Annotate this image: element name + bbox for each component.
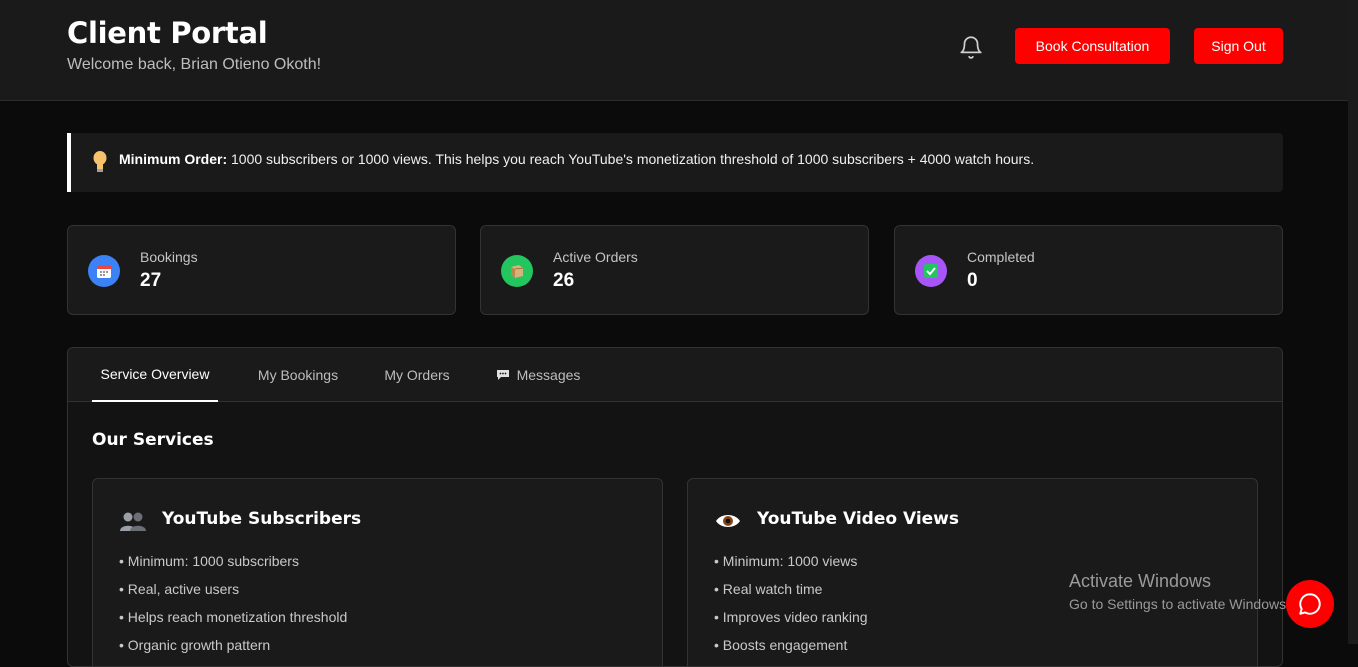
stat-card-completed: Completed 0 [894, 225, 1283, 315]
book-consultation-button[interactable]: Book Consultation [1015, 28, 1170, 64]
stat-value: 0 [967, 270, 978, 292]
page-title: Client Portal [67, 16, 267, 50]
list-item: Improves video ranking [714, 607, 868, 635]
lightbulb-icon [91, 150, 109, 174]
sign-out-button[interactable]: Sign Out [1194, 28, 1283, 64]
list-item: Real watch time [714, 579, 868, 607]
service-feature-list: Minimum: 1000 subscribers Real, active u… [119, 551, 347, 663]
stat-value: 26 [553, 270, 574, 292]
minimum-order-notice: Minimum Order: 1000 subscribers or 1000 … [67, 133, 1283, 192]
chat-button[interactable] [1286, 580, 1334, 628]
tab-label: My Bookings [258, 367, 338, 383]
tab-label: Service Overview [101, 366, 210, 382]
welcome-message: Welcome back, Brian Otieno Okoth! [67, 56, 321, 74]
notice-label: Minimum Order: [119, 151, 227, 167]
stat-value: 27 [140, 270, 161, 292]
list-item: Helps reach monetization threshold [119, 607, 347, 635]
tab-my-orders[interactable]: My Orders [372, 348, 462, 402]
scrollbar[interactable] [1348, 0, 1358, 644]
stat-card-bookings: Bookings 27 [67, 225, 456, 315]
calendar-icon [88, 255, 120, 287]
service-title: YouTube Subscribers [162, 509, 361, 529]
windows-activation-watermark: Activate Windows Go to Settings to activ… [1069, 571, 1290, 612]
users-icon [119, 509, 147, 533]
dashboard-panel: Service Overview My Bookings My Orders M… [67, 347, 1283, 667]
stat-label: Completed [967, 249, 1035, 265]
stat-card-active-orders: Active Orders 26 [480, 225, 869, 315]
stat-label: Active Orders [553, 249, 638, 265]
watermark-line-2: Go to Settings to activate Windows. [1069, 596, 1290, 612]
bell-icon[interactable] [958, 34, 984, 60]
eye-icon [714, 509, 742, 533]
tab-my-bookings[interactable]: My Bookings [244, 348, 352, 402]
tab-service-overview[interactable]: Service Overview [92, 348, 218, 402]
list-item: Minimum: 1000 views [714, 551, 868, 579]
list-item: Real, active users [119, 579, 347, 607]
service-title: YouTube Video Views [757, 509, 959, 529]
tab-label: My Orders [384, 367, 449, 383]
watermark-line-1: Activate Windows [1069, 571, 1290, 592]
services-heading: Our Services [92, 430, 214, 450]
chat-bubble-icon [1297, 591, 1323, 617]
list-item: Minimum: 1000 subscribers [119, 551, 347, 579]
speech-bubble-icon [496, 369, 510, 381]
checkmark-icon [915, 255, 947, 287]
tab-bar: Service Overview My Bookings My Orders M… [68, 348, 1282, 402]
tab-label: Messages [517, 367, 581, 383]
header: Client Portal Welcome back, Brian Otieno… [0, 0, 1348, 101]
service-card-subscribers: YouTube Subscribers Minimum: 1000 subscr… [92, 478, 663, 667]
tab-messages[interactable]: Messages [486, 348, 590, 402]
list-item: Organic growth pattern [119, 635, 347, 663]
notice-text: Minimum Order: 1000 subscribers or 1000 … [119, 151, 1034, 167]
notice-body: 1000 subscribers or 1000 views. This hel… [227, 151, 1034, 167]
package-icon [501, 255, 533, 287]
stat-label: Bookings [140, 249, 198, 265]
service-feature-list: Minimum: 1000 views Real watch time Impr… [714, 551, 868, 663]
list-item: Boosts engagement [714, 635, 868, 663]
